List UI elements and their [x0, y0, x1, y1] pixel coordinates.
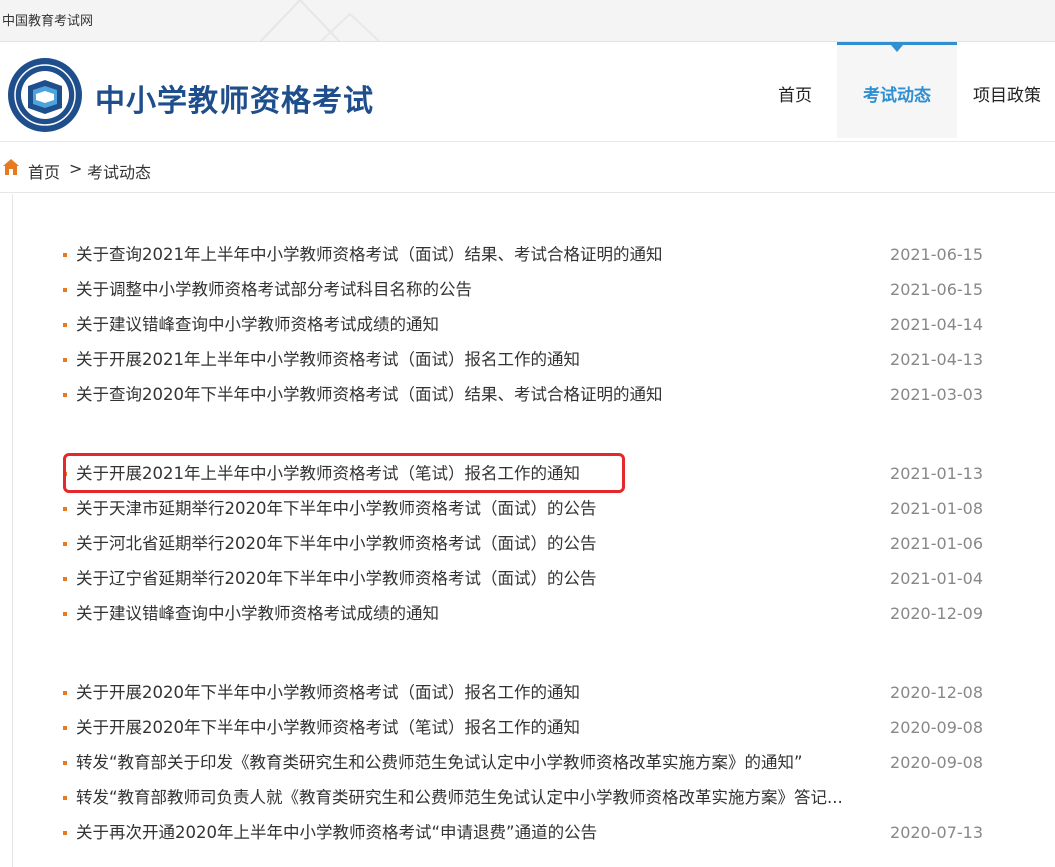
- news-item[interactable]: 转发“教育部教师司负责人就《教育类研究生和公费师范生免试认定中小学教师资格改革实…: [63, 780, 983, 815]
- news-title[interactable]: 关于查询2020年下半年中小学教师资格考试（面试）结果、考试合格证明的通知: [76, 377, 663, 412]
- bullet-icon: [63, 761, 67, 765]
- news-title[interactable]: 转发“教育部教师司负责人就《教育类研究生和公费师范生免试认定中小学教师资格改革实…: [76, 780, 843, 815]
- mountain-decoration-icon: [260, 0, 381, 41]
- header: 中小学教师资格考试 首页 考试动态 项目政策: [0, 42, 1055, 142]
- news-item[interactable]: 关于天津市延期举行2020年下半年中小学教师资格考试（面试）的公告 2021-01…: [63, 491, 983, 526]
- news-date: 2021-04-14: [890, 315, 983, 334]
- news-date: 2020-09-08: [890, 753, 983, 772]
- news-item[interactable]: 关于河北省延期举行2020年下半年中小学教师资格考试（面试）的公告 2021-01…: [63, 526, 983, 561]
- news-title[interactable]: 关于建议错峰查询中小学教师资格考试成绩的通知: [76, 307, 439, 342]
- news-date: 2021-06-15: [890, 280, 983, 299]
- site-name[interactable]: 中国教育考试网: [2, 10, 93, 29]
- bullet-icon: [63, 726, 67, 730]
- home-icon: [3, 159, 19, 175]
- news-date: 2021-01-13: [890, 464, 983, 483]
- breadcrumb-current: 考试动态: [87, 163, 152, 182]
- bullet-icon: [63, 691, 67, 695]
- nav-policy[interactable]: 项目政策: [973, 42, 1055, 138]
- bullet-icon: [63, 323, 67, 327]
- news-date: 2021-01-06: [890, 534, 983, 553]
- news-title[interactable]: 关于开展2020年下半年中小学教师资格考试（笔试）报名工作的通知: [76, 710, 580, 745]
- active-indicator-icon: [891, 45, 903, 52]
- breadcrumb: 首页 > 考试动态: [0, 143, 1055, 193]
- news-date: 2021-06-15: [890, 245, 983, 264]
- site-title: 中小学教师资格考试: [95, 84, 374, 119]
- news-title[interactable]: 关于开展2021年上半年中小学教师资格考试（笔试）报名工作的通知: [76, 456, 580, 491]
- news-item[interactable]: 关于建议错峰查询中小学教师资格考试成绩的通知 2020-12-09: [63, 596, 983, 631]
- news-date: 2021-03-03: [890, 385, 983, 404]
- news-item[interactable]: 关于开展2020年下半年中小学教师资格考试（笔试）报名工作的通知 2020-09-…: [63, 710, 983, 745]
- bullet-icon: [63, 507, 67, 511]
- bullet-icon: [63, 796, 67, 800]
- news-group: 关于开展2021年上半年中小学教师资格考试（笔试）报名工作的通知 2021-01-…: [63, 456, 983, 631]
- news-date: 2021-01-04: [890, 569, 983, 588]
- news-title[interactable]: 关于再次开通2020年上半年中小学教师资格考试“申请退费”通道的公告: [76, 815, 597, 850]
- nav-home[interactable]: 首页: [755, 42, 835, 138]
- news-date: 2021-01-08: [890, 499, 983, 518]
- news-date: 2020-12-08: [890, 683, 983, 702]
- news-title[interactable]: 关于开展2020年下半年中小学教师资格考试（面试）报名工作的通知: [76, 675, 580, 710]
- news-date: 2021-04-13: [890, 350, 983, 369]
- news-item[interactable]: 关于开展2021年上半年中小学教师资格考试（面试）报名工作的通知 2021-04-…: [63, 342, 983, 377]
- news-title[interactable]: 关于开展2021年上半年中小学教师资格考试（面试）报名工作的通知: [76, 342, 580, 377]
- news-item[interactable]: 关于再次开通2020年上半年中小学教师资格考试“申请退费”通道的公告 2020-0…: [63, 815, 983, 850]
- bullet-icon: [63, 253, 67, 257]
- news-item[interactable]: 关于建议错峰查询中小学教师资格考试成绩的通知 2021-04-14: [63, 307, 983, 342]
- top-bar: 中国教育考试网: [0, 0, 1055, 42]
- bullet-icon: [63, 612, 67, 616]
- news-item[interactable]: 关于辽宁省延期举行2020年下半年中小学教师资格考试（面试）的公告 2021-01…: [63, 561, 983, 596]
- news-date: 2020-09-08: [890, 718, 983, 737]
- bullet-icon: [63, 542, 67, 546]
- news-title[interactable]: 关于查询2021年上半年中小学教师资格考试（面试）结果、考试合格证明的通知: [76, 237, 663, 272]
- news-title[interactable]: 关于辽宁省延期举行2020年下半年中小学教师资格考试（面试）的公告: [76, 561, 597, 596]
- news-item[interactable]: 关于查询2021年上半年中小学教师资格考试（面试）结果、考试合格证明的通知 202…: [63, 237, 983, 272]
- bullet-icon: [63, 288, 67, 292]
- news-title[interactable]: 转发“教育部关于印发《教育类研究生和公费师范生免试认定中小学教师资格改革实施方案…: [76, 745, 803, 780]
- news-item[interactable]: 关于调整中小学教师资格考试部分考试科目名称的公告 2021-06-15: [63, 272, 983, 307]
- news-item[interactable]: 关于开展2020年下半年中小学教师资格考试（面试）报名工作的通知 2020-12-…: [63, 675, 983, 710]
- news-date: 2020-07-13: [890, 823, 983, 842]
- breadcrumb-separator: >: [69, 159, 83, 178]
- nav-exam-news[interactable]: 考试动态: [837, 42, 957, 138]
- news-item[interactable]: 关于查询2020年下半年中小学教师资格考试（面试）结果、考试合格证明的通知 202…: [63, 377, 983, 412]
- news-title[interactable]: 关于建议错峰查询中小学教师资格考试成绩的通知: [76, 596, 439, 631]
- news-title[interactable]: 关于调整中小学教师资格考试部分考试科目名称的公告: [76, 272, 472, 307]
- breadcrumb-home[interactable]: 首页: [28, 159, 60, 183]
- news-title[interactable]: 关于河北省延期举行2020年下半年中小学教师资格考试（面试）的公告: [76, 526, 597, 561]
- bullet-icon: [63, 577, 67, 581]
- bullet-icon: [63, 393, 67, 397]
- bullet-icon: [63, 358, 67, 362]
- news-list: 关于查询2021年上半年中小学教师资格考试（面试）结果、考试合格证明的通知 202…: [12, 194, 1055, 867]
- news-title[interactable]: 关于天津市延期举行2020年下半年中小学教师资格考试（面试）的公告: [76, 491, 597, 526]
- nav-exam-news-label: 考试动态: [863, 86, 931, 106]
- news-item[interactable]: 关于开展2021年上半年中小学教师资格考试（笔试）报名工作的通知 2021-01-…: [63, 456, 983, 491]
- news-item[interactable]: 转发“教育部关于印发《教育类研究生和公费师范生免试认定中小学教师资格改革实施方案…: [63, 745, 983, 780]
- bullet-icon: [63, 831, 67, 835]
- news-group: 关于开展2020年下半年中小学教师资格考试（面试）报名工作的通知 2020-12-…: [63, 675, 983, 850]
- exam-logo-icon[interactable]: [6, 56, 84, 134]
- bullet-icon: [63, 472, 67, 476]
- news-date: 2020-12-09: [890, 604, 983, 623]
- news-group: 关于查询2021年上半年中小学教师资格考试（面试）结果、考试合格证明的通知 202…: [63, 237, 983, 412]
